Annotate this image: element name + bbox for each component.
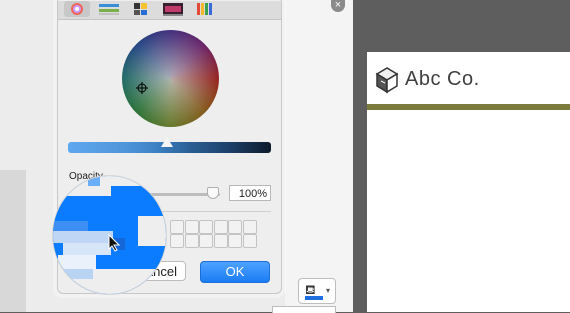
picker-toolbar [58,1,281,20]
left-gray-block [0,170,26,312]
middle-strip [285,0,353,312]
magnified-pixel [88,176,100,186]
chevron-down-icon: ▾ [326,286,331,295]
custom-swatch[interactable] [170,220,184,234]
sliders-icon [99,4,119,15]
opacity-slider-thumb[interactable] [207,187,219,199]
palette-grid-icon [134,3,147,15]
color-wheel[interactable] [122,30,219,127]
magnified-panel-bg [138,216,166,246]
tab-color-wheel[interactable] [64,1,90,17]
brightness-slider-thumb[interactable] [161,137,173,147]
magnified-pixel [63,269,93,279]
tab-pencils[interactable] [192,1,218,17]
brand-header: Abc Co. [367,52,570,104]
magnified-pixel [58,255,96,269]
fill-color-swatch [305,296,323,300]
custom-swatch[interactable] [243,234,257,248]
custom-swatch[interactable] [170,234,184,248]
opacity-value-field[interactable]: 100% [229,185,271,201]
fill-color-button[interactable]: ⛾ ▾ [298,278,336,304]
custom-swatch[interactable] [199,220,214,234]
left-window [0,0,55,312]
document-canvas: Abc Co. [367,52,570,312]
magnified-pixel [53,231,113,243]
custom-swatch[interactable] [213,220,228,234]
custom-swatch[interactable] [243,220,257,234]
magnified-pixel [63,243,111,255]
logo-icon [375,67,399,94]
brand-stripe [367,104,570,110]
image-palette-icon [163,3,183,16]
ok-button[interactable]: OK [200,261,270,283]
custom-swatch[interactable] [228,234,243,248]
custom-swatch[interactable] [213,234,228,248]
magnified-pixel [111,186,166,196]
custom-swatch[interactable] [184,234,199,248]
mouse-pointer-icon [108,234,120,252]
custom-swatch[interactable] [199,234,214,248]
magnified-pixel [53,221,88,231]
custom-swatch[interactable] [228,220,243,234]
brand-name: Abc Co. [405,68,480,90]
color-wheel-icon [71,3,83,15]
custom-swatch[interactable] [184,220,199,234]
tab-color-palettes[interactable] [128,1,154,17]
pencils-icon [197,3,212,15]
tab-image-palettes[interactable] [160,1,186,17]
color-wheel-crosshair-icon[interactable] [136,82,148,94]
tab-color-sliders[interactable] [96,1,122,17]
